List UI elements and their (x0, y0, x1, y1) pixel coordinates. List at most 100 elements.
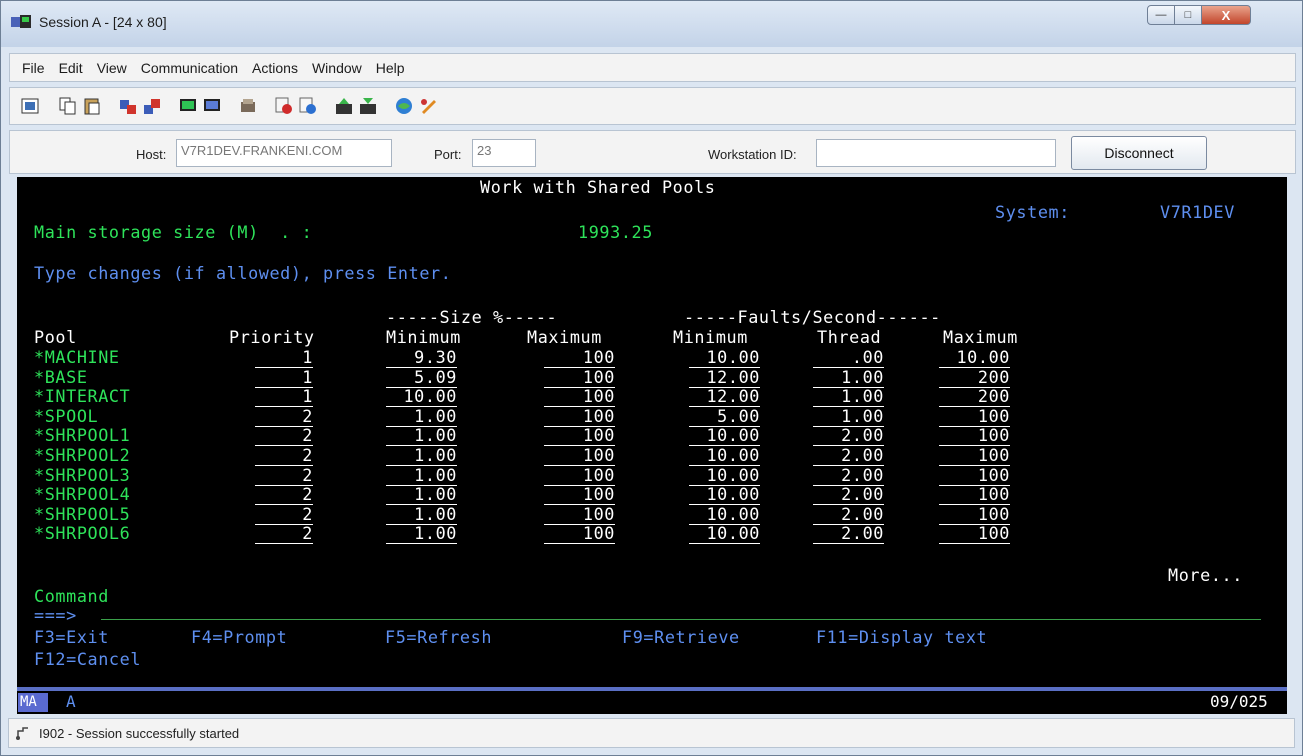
fkey-refresh[interactable]: F5=Refresh (385, 627, 492, 647)
size-min-field[interactable]: 1.00 (386, 425, 457, 447)
thread-field[interactable]: 2.00 (813, 523, 884, 545)
size-max-field[interactable]: 100 (544, 406, 615, 427)
keyboard-icon[interactable] (418, 96, 438, 116)
terminal-app-icon (11, 15, 31, 28)
menu-communication[interactable]: Communication (141, 60, 238, 76)
disconnect-button[interactable]: Disconnect (1071, 136, 1207, 170)
priority-field[interactable]: 2 (255, 504, 313, 525)
port-field[interactable]: 23 (472, 139, 536, 167)
fault-max-field[interactable]: 100 (939, 523, 1010, 545)
size-max-field[interactable]: 100 (544, 386, 615, 408)
priority-field[interactable]: 2 (255, 523, 313, 545)
monitor-icon[interactable] (202, 96, 222, 116)
size-min-field[interactable]: 1.00 (386, 465, 457, 486)
priority-field[interactable]: 2 (255, 484, 313, 506)
size-min-field[interactable]: 1.00 (386, 504, 457, 525)
thread-field[interactable]: 1.00 (813, 406, 884, 427)
priority-field[interactable]: 2 (255, 465, 313, 486)
play-macro-icon[interactable] (298, 96, 318, 116)
fkey-exit[interactable]: F3=Exit (34, 627, 109, 647)
system-value: V7R1DEV (1160, 202, 1235, 222)
fault-min-field[interactable]: 5.00 (689, 406, 760, 427)
maximize-button[interactable]: □ (1174, 5, 1202, 25)
menu-actions[interactable]: Actions (252, 60, 298, 76)
fkey-cancel[interactable]: F12=Cancel (34, 649, 141, 669)
macro-icon[interactable] (238, 96, 258, 116)
fault-max-field[interactable]: 100 (939, 445, 1010, 466)
size-max-field[interactable]: 100 (544, 425, 615, 447)
fault-min-field[interactable]: 10.00 (689, 523, 760, 545)
size-max-field[interactable]: 100 (544, 465, 615, 486)
size-min-field[interactable]: 9.30 (386, 347, 457, 368)
thread-field[interactable]: 2.00 (813, 465, 884, 486)
fault-min-field[interactable]: 10.00 (689, 347, 760, 368)
close-button[interactable]: X (1201, 5, 1251, 25)
thread-field[interactable]: 1.00 (813, 367, 884, 388)
print-screen-icon[interactable] (20, 96, 40, 116)
fault-max-field[interactable]: 200 (939, 386, 1010, 408)
size-max-field[interactable]: 100 (544, 484, 615, 506)
minimize-button[interactable]: — (1147, 5, 1175, 25)
menu-window[interactable]: Window (312, 60, 362, 76)
size-min-field[interactable]: 5.09 (386, 367, 457, 388)
priority-field[interactable]: 2 (255, 425, 313, 447)
fault-min-field[interactable]: 10.00 (689, 465, 760, 486)
fault-max-field[interactable]: 100 (939, 465, 1010, 486)
thread-field[interactable]: .00 (813, 347, 884, 368)
fault-min-field[interactable]: 10.00 (689, 504, 760, 525)
priority-field[interactable]: 1 (255, 367, 313, 388)
menu-help[interactable]: Help (376, 60, 405, 76)
thread-field[interactable]: 2.00 (813, 484, 884, 506)
fault-min-field[interactable]: 10.00 (689, 425, 760, 447)
record-macro-icon[interactable] (274, 96, 294, 116)
size-max-field[interactable]: 100 (544, 523, 615, 545)
size-min-field[interactable]: 10.00 (386, 386, 457, 408)
fault-max-field[interactable]: 10.00 (939, 347, 1010, 368)
menu-file[interactable]: File (22, 60, 45, 76)
thread-field[interactable]: 1.00 (813, 386, 884, 408)
fault-max-field[interactable]: 100 (939, 425, 1010, 447)
transfer-download-icon[interactable] (358, 96, 378, 116)
copy-icon[interactable] (58, 96, 78, 116)
host-field[interactable]: V7R1DEV.FRANKENI.COM (176, 139, 392, 167)
fault-min-field[interactable]: 10.00 (689, 445, 760, 466)
size-max-field[interactable]: 100 (544, 504, 615, 525)
size-max-field[interactable]: 100 (544, 367, 615, 388)
workstation-id-field[interactable] (816, 139, 1056, 167)
priority-field[interactable]: 1 (255, 347, 313, 368)
terminal-screen[interactable]: Work with Shared Pools System: V7R1DEV M… (17, 177, 1287, 687)
size-min-field[interactable]: 1.00 (386, 484, 457, 506)
fault-min-field[interactable]: 12.00 (689, 386, 760, 408)
size-min-field[interactable]: 1.00 (386, 445, 457, 466)
fault-min-field[interactable]: 10.00 (689, 484, 760, 506)
fault-max-field[interactable]: 100 (939, 406, 1010, 427)
fkey-prompt[interactable]: F4=Prompt (191, 627, 287, 647)
priority-field[interactable]: 2 (255, 406, 313, 427)
receive-icon[interactable] (142, 96, 162, 116)
fault-min-field[interactable]: 12.00 (689, 367, 760, 388)
menu-view[interactable]: View (97, 60, 127, 76)
transfer-upload-icon[interactable] (334, 96, 354, 116)
size-max-field[interactable]: 100 (544, 445, 615, 466)
web-icon[interactable] (394, 96, 414, 116)
faults-group-header: -----Faults/Second------ (684, 307, 941, 327)
priority-field[interactable]: 2 (255, 445, 313, 466)
thread-field[interactable]: 2.00 (813, 425, 884, 447)
size-min-field[interactable]: 1.00 (386, 406, 457, 427)
send-icon[interactable] (118, 96, 138, 116)
priority-field[interactable]: 1 (255, 386, 313, 408)
fkey-retrieve[interactable]: F9=Retrieve (622, 627, 740, 647)
command-input[interactable] (101, 619, 1261, 620)
fkey-display-text[interactable]: F11=Display text (816, 627, 987, 647)
paste-icon[interactable] (82, 96, 102, 116)
display-icon[interactable] (178, 96, 198, 116)
fault-max-field[interactable]: 100 (939, 484, 1010, 506)
size-min-field[interactable]: 1.00 (386, 523, 457, 545)
size-max-field[interactable]: 100 (544, 347, 615, 368)
thread-field[interactable]: 2.00 (813, 445, 884, 466)
menu-edit[interactable]: Edit (59, 60, 83, 76)
fault-max-field[interactable]: 200 (939, 367, 1010, 388)
thread-field[interactable]: 2.00 (813, 504, 884, 525)
fault-max-field[interactable]: 100 (939, 504, 1010, 525)
size-group-header: -----Size %----- (386, 307, 558, 327)
